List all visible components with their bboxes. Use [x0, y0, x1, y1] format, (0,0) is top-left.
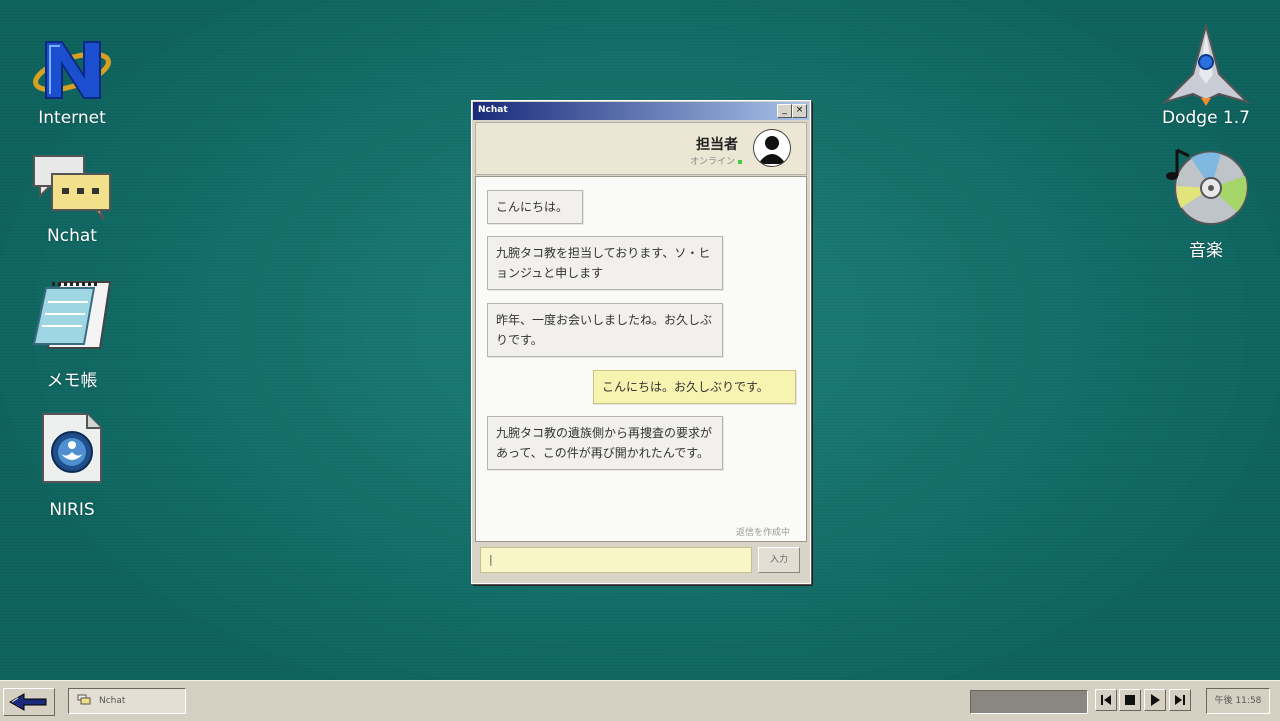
- taskbar-item-nchat[interactable]: Nchat: [68, 688, 186, 714]
- chat-bubbles-icon: [17, 152, 127, 224]
- taskbar-item-label: Nchat: [99, 696, 126, 706]
- desktop-icon-label: 音楽: [1189, 241, 1223, 261]
- send-button[interactable]: 入力: [758, 547, 800, 573]
- music-cd-icon: [1151, 146, 1261, 228]
- next-track-button[interactable]: [1169, 689, 1191, 711]
- window-titlebar[interactable]: Nchat _ ×: [473, 102, 809, 120]
- contact-status-text: オンライン: [689, 157, 735, 167]
- chat-bubbles-icon: [77, 694, 91, 705]
- message-input[interactable]: |: [480, 547, 752, 573]
- contact-name: 担当者: [696, 137, 738, 153]
- message-bubble-received: 九腕タコ教を担当しております、ソ・ヒョンジュと申します: [487, 236, 723, 290]
- window-title: Nchat: [478, 105, 508, 115]
- niris-document-icon: [17, 410, 127, 486]
- user-silhouette-icon: [758, 136, 786, 164]
- nchat-window: Nchat _ × 担当者 オンライン こんにちは。 九腕タコ教を担当しておりま…: [471, 100, 811, 584]
- desktop-icon-notepad[interactable]: メモ帳: [17, 276, 127, 391]
- media-progress-bar[interactable]: [970, 690, 1088, 714]
- desktop-icon-label: Dodge 1.7: [1162, 108, 1250, 128]
- play-button[interactable]: [1144, 689, 1166, 711]
- message-bubble-received: こんにちは。: [487, 190, 583, 224]
- desktop-icon-label: Internet: [38, 108, 106, 128]
- desktop-icon-label: NIRIS: [49, 500, 95, 520]
- online-dot-icon: [738, 159, 742, 164]
- desktop-icon-label: メモ帳: [46, 371, 98, 391]
- desktop-icon-niris[interactable]: NIRIS: [17, 410, 127, 520]
- start-button[interactable]: [3, 688, 55, 716]
- internet-n-icon: [17, 36, 127, 102]
- message-list[interactable]: こんにちは。 九腕タコ教を担当しております、ソ・ヒョンジュと申します 昨年、一度…: [475, 176, 807, 542]
- notepad-icon: [17, 276, 127, 352]
- previous-track-button[interactable]: [1095, 689, 1117, 711]
- desktop-icon-music[interactable]: 音楽: [1151, 146, 1261, 261]
- taskbar: Nchat 午後 11:58: [0, 680, 1280, 721]
- contact-status: オンライン: [690, 154, 742, 167]
- avatar[interactable]: [753, 129, 791, 167]
- desktop-icon-internet[interactable]: Internet: [17, 36, 127, 128]
- skip-forward-icon: [1175, 695, 1185, 705]
- desktop-icon-dodge[interactable]: Dodge 1.7: [1151, 24, 1261, 128]
- desktop-icon-nchat[interactable]: Nchat: [17, 152, 127, 246]
- stop-button[interactable]: [1119, 689, 1141, 711]
- stop-icon: [1125, 695, 1135, 705]
- chat-header: 担当者 オンライン: [475, 122, 807, 175]
- taskbar-clock: 午後 11:58: [1206, 688, 1270, 714]
- start-arrow-icon: [8, 693, 47, 711]
- desktop-icon-label: Nchat: [47, 226, 97, 246]
- typing-indicator: 返信を作成中: [735, 528, 790, 538]
- play-icon: [1151, 694, 1160, 706]
- minimize-button[interactable]: _: [777, 104, 792, 118]
- message-bubble-received: 昨年、一度お会いしましたね。お久しぶりです。: [487, 303, 723, 357]
- spaceship-icon: [1151, 24, 1261, 106]
- close-button[interactable]: ×: [792, 104, 807, 118]
- message-bubble-sent: こんにちは。お久しぶりです。: [593, 370, 796, 404]
- skip-back-icon: [1101, 695, 1111, 705]
- message-bubble-received: 九腕タコ教の遺族側から再捜査の要求があって、この件が再び開かれたんです。: [487, 416, 723, 470]
- compose-bar: | 入力: [475, 543, 805, 579]
